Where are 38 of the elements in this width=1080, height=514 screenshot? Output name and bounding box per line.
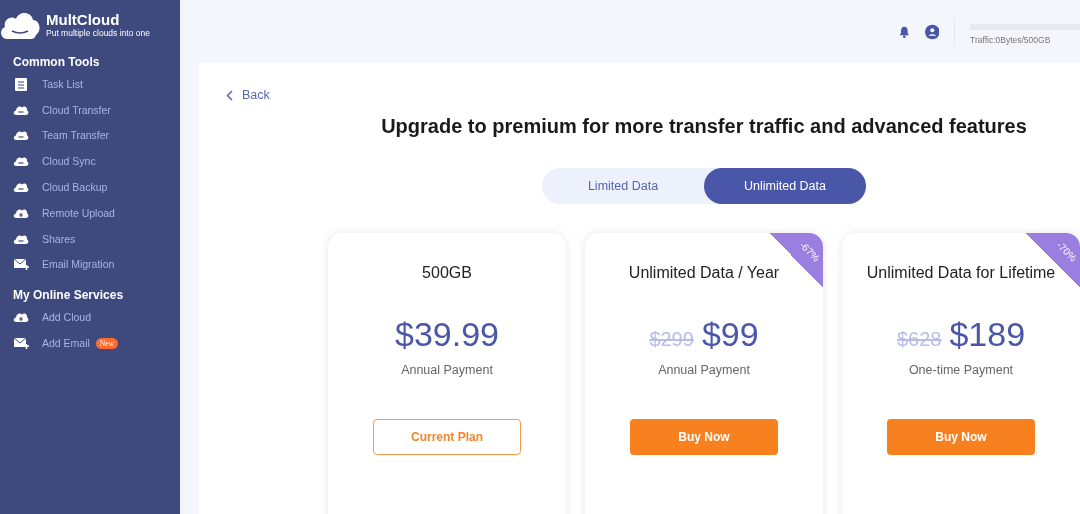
clipboard-icon bbox=[13, 76, 29, 91]
sidebar-item[interactable]: Email Migration bbox=[0, 251, 180, 278]
sidebar-item[interactable]: Task List bbox=[0, 71, 180, 97]
payment-type: One-time Payment bbox=[908, 363, 1014, 377]
plan-price: $189 bbox=[949, 315, 1026, 354]
sidebar-item[interactable]: Shares bbox=[0, 225, 180, 252]
payment-type: Annual Payment bbox=[401, 363, 493, 377]
plan-tab[interactable]: Limited Data bbox=[542, 168, 704, 204]
plan-price: $39.99 bbox=[395, 315, 499, 354]
payment-type: Annual Payment bbox=[658, 363, 750, 377]
page-heading: Upgrade to premium for more transfer traffic and advanced features bbox=[380, 115, 1028, 138]
plan-tab[interactable]: Unlimited Data bbox=[704, 168, 866, 204]
brand-tagline: Put multiple clouds into one bbox=[46, 27, 150, 38]
cloud-icon bbox=[13, 154, 29, 169]
section-heading: My Online Services bbox=[12, 287, 125, 305]
cloud-icon bbox=[13, 128, 29, 143]
sidebar-item[interactable]: Cloud Sync bbox=[0, 148, 180, 175]
cloud-icon bbox=[13, 310, 29, 325]
chevron-left-icon bbox=[226, 89, 233, 101]
sidebar-item[interactable]: Add Cloud bbox=[0, 304, 180, 331]
back-link[interactable]: Back bbox=[226, 88, 270, 102]
plan-price: $99 bbox=[701, 315, 759, 354]
buy-now-button[interactable]: Buy Now bbox=[630, 419, 778, 455]
original-price: $299 bbox=[649, 328, 694, 351]
section-heading: Common Tools bbox=[12, 54, 101, 71]
sidebar-item[interactable]: Cloud Backup bbox=[0, 174, 180, 200]
sidebar-item[interactable]: Cloud Transfer bbox=[0, 96, 180, 123]
current-plan-button[interactable]: Current Plan bbox=[373, 419, 521, 455]
traffic-usage: Traffic:0Bytes/500GB bbox=[970, 35, 1052, 45]
brand-name: MultCloud bbox=[46, 10, 121, 28]
envelope-icon bbox=[13, 257, 29, 272]
plan-title: 500GB bbox=[422, 264, 472, 282]
buy-now-button[interactable]: Buy Now bbox=[887, 419, 1035, 455]
sidebar-item[interactable]: Team Transfer bbox=[0, 122, 180, 149]
sidebar-item[interactable]: Remote Upload bbox=[0, 200, 180, 226]
original-price: $628 bbox=[896, 328, 942, 351]
envelope-icon bbox=[13, 336, 29, 351]
cloud-icon bbox=[13, 180, 29, 195]
